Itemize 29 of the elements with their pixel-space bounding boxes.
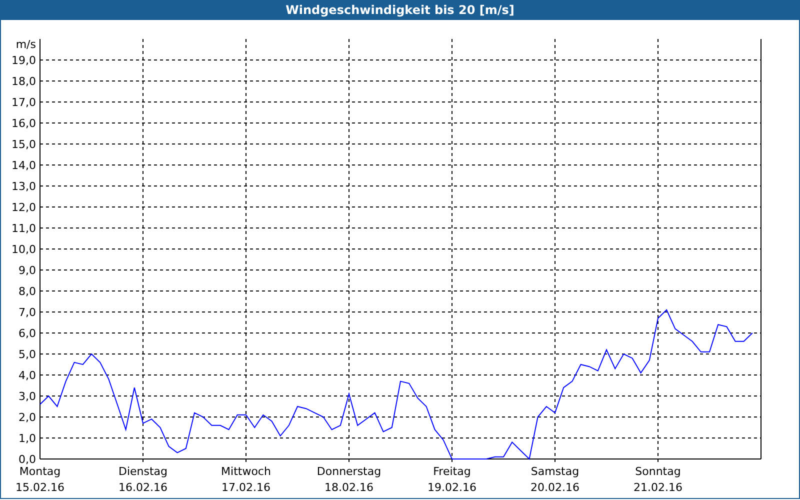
y-tick-label: 0,0 — [18, 453, 36, 466]
y-tick-label: 7,0 — [18, 306, 36, 319]
y-tick-label: 5,0 — [18, 348, 36, 361]
y-tick-label: 14,0 — [12, 159, 36, 172]
y-tick-label: 17,0 — [12, 96, 36, 109]
x-tick-label: Sonntag 21.02.16 — [634, 465, 682, 494]
y-tick-label: 15,0 — [12, 138, 36, 151]
y-tick-label: 16,0 — [12, 117, 36, 130]
y-tick-label: 19,0 — [12, 54, 36, 67]
x-tick-label: Dienstag 16.02.16 — [118, 465, 168, 494]
x-tick-label: Samstag 20.02.16 — [530, 465, 580, 494]
y-tick-label: 10,0 — [12, 243, 36, 256]
y-tick-label: 1,0 — [18, 432, 36, 445]
x-tick-label: Mittwoch 17.02.16 — [221, 465, 271, 494]
y-tick-label: 11,0 — [12, 222, 36, 235]
x-tick-label: Donnerstag 18.02.16 — [316, 465, 382, 494]
y-tick-label: 9,0 — [18, 264, 36, 277]
x-tick-label: Freitag 19.02.16 — [428, 465, 476, 494]
y-tick-label: 18,0 — [12, 75, 36, 88]
y-tick-label: 2,0 — [18, 411, 36, 424]
y-tick-label: 8,0 — [18, 285, 36, 298]
window-title: Windgeschwindigkeit bis 20 [m/s] — [0, 0, 800, 20]
y-tick-label: 3,0 — [18, 390, 36, 403]
y-tick-label: 4,0 — [18, 369, 36, 382]
y-tick-label: 12,0 — [12, 201, 36, 214]
y-tick-label: 13,0 — [12, 180, 36, 193]
y-tick-label: 6,0 — [18, 327, 36, 340]
axis-unit: m/s — [16, 38, 36, 51]
x-tick-label: Montag 15.02.16 — [16, 465, 64, 494]
